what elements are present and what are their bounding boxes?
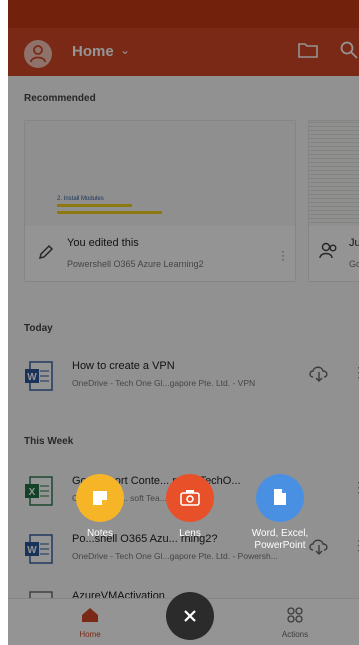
camera-icon — [180, 490, 200, 506]
office-document-label: Word, Excel, PowerPoint — [240, 528, 320, 552]
notes-button[interactable] — [76, 474, 124, 522]
office-label-line1: Word, Excel, — [251, 528, 309, 539]
lens-button[interactable] — [166, 474, 214, 522]
lens-label: Lens — [179, 528, 201, 539]
office-app-screen: Home ⌄ Recommended 2. Install Modules Yo… — [8, 0, 359, 645]
close-icon — [184, 610, 196, 622]
note-icon — [93, 491, 107, 505]
office-document-button[interactable] — [256, 474, 304, 522]
close-button[interactable] — [166, 592, 214, 640]
notes-label: Notes — [86, 528, 114, 539]
office-label-line2: PowerPoint — [254, 540, 306, 551]
document-icon — [274, 489, 286, 505]
